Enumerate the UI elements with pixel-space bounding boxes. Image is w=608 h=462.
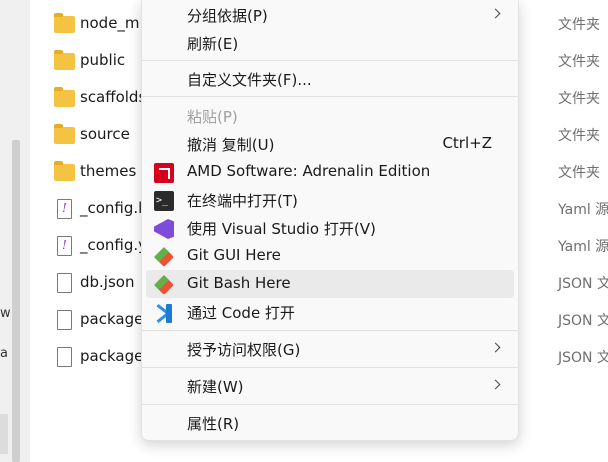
navigation-pane: w a [0, 0, 30, 462]
menu-item-label: 自定义文件夹(F)... [187, 71, 312, 89]
menu-item-undo-copy[interactable]: 撤消 复制(U) Ctrl+Z [146, 130, 514, 158]
document-icon [57, 347, 72, 367]
file-name: node_m [80, 14, 140, 32]
menu-separator [142, 60, 518, 61]
file-type: JSON 文 [558, 313, 608, 329]
menu-item-group-by[interactable]: 分组依据(P) [146, 1, 514, 29]
menu-item-grant-access[interactable]: 授予访问权限(G) [146, 335, 514, 363]
file-name: _config.y [80, 236, 148, 254]
menu-item-label: 授予访问权限(G) [187, 341, 301, 359]
menu-item-label: 属性(R) [187, 415, 240, 433]
document-icon [57, 273, 72, 293]
folder-icon [54, 13, 75, 33]
file-name: themes [80, 162, 137, 180]
yaml-file-icon: ! [57, 236, 72, 256]
menu-item-open-in-terminal[interactable]: >_ 在终端中打开(T) [146, 186, 514, 214]
file-name: _config.l [80, 199, 143, 217]
file-type: JSON 文 [558, 350, 608, 366]
menu-item-paste: 粘贴(P) [146, 102, 514, 130]
chevron-right-icon [490, 8, 501, 19]
menu-item-open-with-visual-studio[interactable]: 使用 Visual Studio 打开(V) [146, 214, 514, 242]
menu-item-open-with-code[interactable]: 通过 Code 打开 [146, 298, 514, 326]
file-type: Yaml 源 [558, 239, 608, 255]
context-menu: 分组依据(P) 刷新(E) 自定义文件夹(F)... 粘贴(P) 撤消 复制(U… [141, 0, 519, 441]
file-type: JSON 文 [558, 276, 608, 292]
file-name: source [80, 125, 130, 143]
menu-item-shortcut: Ctrl+Z [442, 134, 492, 152]
document-icon [57, 310, 72, 330]
menu-item-label: 粘贴(P) [187, 108, 238, 126]
menu-item-properties[interactable]: 属性(R) [146, 409, 514, 437]
file-type: 文件夹 [558, 128, 600, 144]
menu-item-amd-software[interactable]: AMD Software: Adrenalin Edition [146, 158, 514, 186]
terminal-icon: >_ [154, 191, 174, 211]
file-name: package [80, 347, 144, 365]
menu-item-git-gui[interactable]: Git GUI Here [146, 242, 514, 270]
menu-item-refresh[interactable]: 刷新(E) [146, 29, 514, 57]
file-type: 文件夹 [558, 91, 600, 107]
folder-icon [54, 124, 75, 144]
file-name: scaffolds [80, 88, 147, 106]
chevron-right-icon [490, 342, 501, 353]
file-name: package [80, 310, 144, 328]
nav-scrollbar[interactable] [12, 140, 20, 462]
git-icon [154, 247, 174, 267]
menu-item-label: 分组依据(P) [187, 7, 268, 25]
menu-separator [142, 367, 518, 368]
file-type: 文件夹 [558, 54, 600, 70]
nav-text-fragment: a [0, 346, 8, 361]
nav-selected-item[interactable] [0, 414, 8, 454]
menu-item-label: 在终端中打开(T) [187, 192, 298, 210]
menu-item-label: Git Bash Here [187, 274, 291, 292]
menu-item-git-bash[interactable]: Git Bash Here [146, 270, 514, 298]
file-type: Yaml 源 [558, 202, 608, 218]
folder-icon [54, 50, 75, 70]
visual-studio-icon [154, 219, 174, 239]
menu-item-new[interactable]: 新建(W) [146, 372, 514, 400]
menu-item-label: AMD Software: Adrenalin Edition [187, 162, 431, 180]
menu-item-label: 使用 Visual Studio 打开(V) [187, 220, 376, 238]
menu-item-label: Git GUI Here [187, 246, 281, 264]
menu-item-label: 新建(W) [187, 378, 244, 396]
menu-item-label: 撤消 复制(U) [187, 136, 275, 154]
amd-logo-icon [154, 163, 174, 183]
folder-icon [54, 87, 75, 107]
menu-separator [142, 404, 518, 405]
git-icon [154, 275, 174, 295]
menu-separator [142, 330, 518, 331]
file-type: 文件夹 [558, 165, 600, 181]
menu-item-customize-folder[interactable]: 自定义文件夹(F)... [146, 65, 514, 93]
yaml-file-icon: ! [57, 199, 72, 219]
file-name: public [80, 51, 126, 69]
nav-text-fragment: w [0, 306, 11, 321]
vscode-icon [154, 303, 174, 323]
file-name: db.json [80, 273, 135, 291]
menu-item-label: 通过 Code 打开 [187, 304, 295, 322]
menu-item-label: 刷新(E) [187, 35, 239, 53]
folder-icon [54, 161, 75, 181]
chevron-right-icon [490, 379, 501, 390]
file-type: 文件夹 [558, 17, 600, 33]
menu-separator [142, 96, 518, 97]
